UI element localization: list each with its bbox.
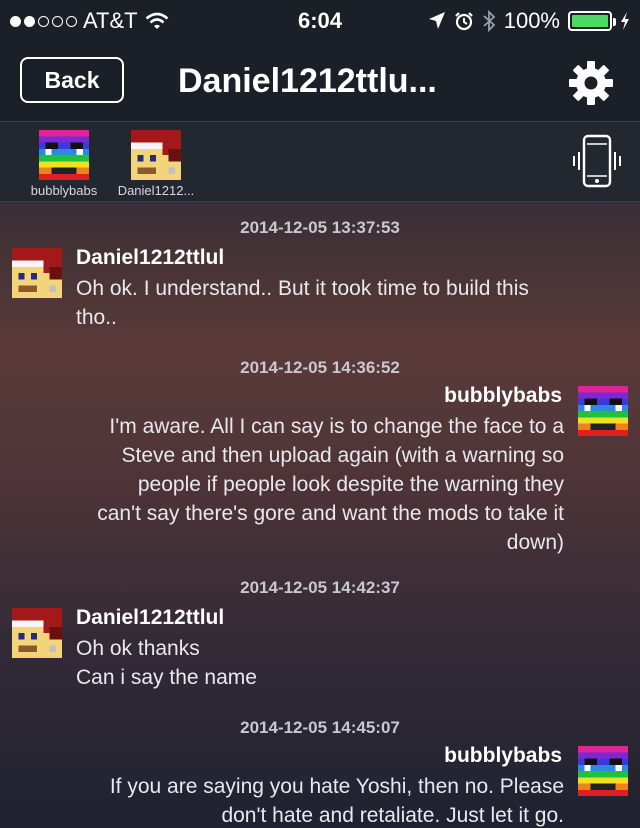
message-line: tho..	[76, 306, 117, 329]
location-icon	[428, 12, 445, 29]
message-list[interactable]: 2014-12-05 13:37:53 Daniel1212ttlul Oh o…	[0, 202, 640, 828]
message-line: don't hate and retaliate. Just let it go…	[221, 804, 564, 827]
message-line: can't say there's gore and want the mods…	[97, 502, 564, 525]
message-line: Can i say the name	[76, 666, 257, 689]
santa-hat-avatar-icon[interactable]	[12, 608, 62, 658]
message-sender: bubblybabs	[444, 384, 562, 407]
conversation-title: Daniel1212ttlu...	[178, 62, 437, 100]
rainbow-avatar-icon[interactable]	[578, 386, 628, 436]
status-bar: AT&T 6:04 100%	[0, 0, 640, 40]
participant-bubblybabs[interactable]: bubblybabs	[24, 130, 104, 198]
participant-label: Daniel1212...	[117, 183, 195, 198]
message-body: I'm aware. All I can say is to change th…	[4, 412, 564, 557]
battery-icon	[568, 11, 616, 31]
message-timestamp: 2014-12-05 14:42:37	[240, 578, 400, 597]
message-line: I'm aware. All I can say is to change th…	[109, 415, 564, 438]
gear-icon[interactable]	[566, 58, 616, 108]
message-sender: bubblybabs	[444, 744, 562, 767]
battery-percent: 100%	[503, 8, 560, 33]
alarm-icon	[454, 12, 473, 31]
message-line: Steve and then upload again (with a warn…	[121, 444, 564, 467]
message-line: down)	[506, 531, 564, 554]
participants-bar: bubblybabs Daniel1212...	[0, 122, 640, 202]
message-timestamp: 2014-12-05 13:37:53	[240, 218, 400, 237]
message-body: If you are saying you hate Yoshi, then n…	[4, 772, 564, 828]
charging-icon	[621, 12, 629, 30]
phone-vibrate-icon[interactable]	[572, 132, 622, 192]
rainbow-avatar-icon	[39, 130, 89, 180]
rainbow-avatar-icon[interactable]	[578, 746, 628, 796]
bluetooth-icon	[483, 10, 496, 32]
status-right: 100%	[428, 8, 630, 34]
message-sender: Daniel1212ttlul	[76, 606, 225, 629]
message-body: Oh ok thanks Can i say the name	[76, 634, 616, 692]
message-line: Oh ok thanks	[76, 637, 200, 660]
message-timestamp: 2014-12-05 14:36:52	[240, 358, 400, 377]
back-button[interactable]: Back	[20, 57, 124, 103]
participant-daniel[interactable]: Daniel1212...	[112, 130, 200, 198]
message-sender: Daniel1212ttlul	[76, 246, 225, 269]
message-line: If you are saying you hate Yoshi, then n…	[109, 775, 564, 798]
message-timestamp: 2014-12-05 14:45:07	[240, 718, 400, 737]
message-body: Oh ok. I understand.. But it took time t…	[76, 274, 616, 332]
navigation-bar: Back Daniel1212ttlu...	[0, 40, 640, 122]
message-line: Oh ok. I understand.. But it took time t…	[76, 277, 529, 300]
message-line: people if people look despite the warnin…	[137, 473, 564, 496]
participant-label: bubblybabs	[30, 183, 98, 198]
santa-hat-avatar-icon	[131, 130, 181, 180]
santa-hat-avatar-icon[interactable]	[12, 248, 62, 298]
